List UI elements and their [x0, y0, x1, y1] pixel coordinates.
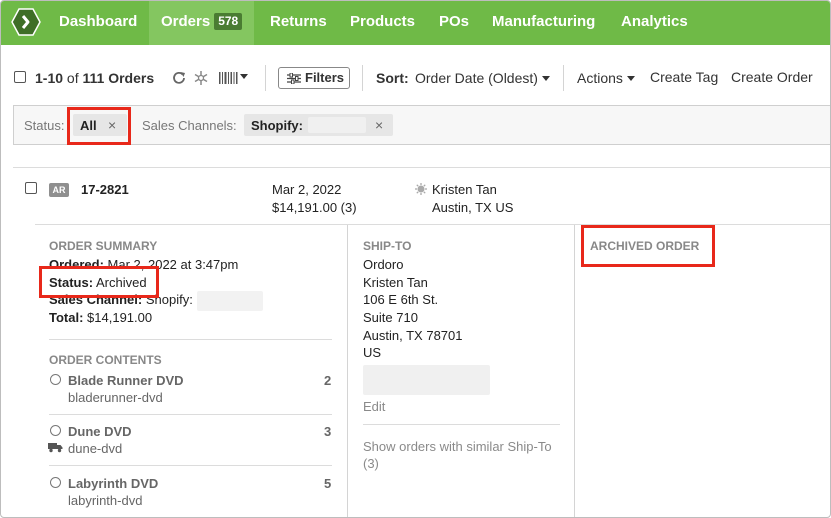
column-divider	[574, 225, 575, 517]
remove-sales-channel-filter-icon[interactable]: ×	[375, 117, 383, 133]
ship-to-divider	[363, 424, 560, 425]
nav-manufacturing[interactable]: Manufacturing	[492, 1, 595, 45]
redacted-channel-name	[197, 291, 263, 311]
filters-label: Filters	[305, 70, 345, 85]
line-item-sku: dune-dvd	[68, 441, 123, 456]
line-item-status-icon	[50, 374, 61, 385]
line-item-qty: 2	[324, 373, 332, 388]
order-count: 1-10 of 111 Orders	[35, 70, 155, 86]
ship-to-line: 106 E 6th St.	[363, 292, 439, 307]
sliders-icon	[287, 73, 301, 84]
archived-order-highlight	[581, 225, 715, 267]
create-tag-button[interactable]: Create Tag	[650, 69, 718, 85]
actions-label: Actions	[577, 70, 623, 86]
select-all-checkbox[interactable]	[14, 71, 26, 83]
order-row-checkbox[interactable]	[25, 182, 37, 194]
line-item-divider	[49, 414, 332, 415]
line-item-sku: bladerunner-dvd	[68, 390, 163, 405]
chevron-down-icon	[541, 76, 550, 81]
order-total-line: Total: $14,191.00	[49, 310, 153, 325]
app-window: Dashboard Orders 578 Returns Products POs…	[0, 0, 831, 518]
top-nav: Dashboard Orders 578 Returns Products POs…	[1, 1, 830, 45]
line-item-divider	[49, 465, 332, 466]
order-amount: $14,191.00 (3)	[272, 200, 357, 215]
summary-divider	[49, 339, 332, 340]
column-divider	[347, 225, 348, 517]
line-item-qty: 5	[324, 476, 332, 491]
ship-to-line: Suite 710	[363, 310, 418, 325]
customer-status-icon	[415, 183, 427, 195]
ordoro-logo-icon[interactable]	[11, 8, 41, 36]
orders-count-badge: 578	[214, 13, 243, 30]
sort-label: Sort:	[376, 70, 409, 86]
chevron-down-icon	[240, 74, 248, 79]
sales-channel-filter-chip[interactable]: Shopify: ×	[244, 114, 393, 136]
barcode-icon	[219, 72, 238, 84]
ship-to-heading: SHIP-TO	[363, 239, 412, 253]
order-summary-heading: ORDER SUMMARY	[49, 239, 158, 253]
order-date: Mar 2, 2022	[272, 182, 342, 197]
nav-dashboard[interactable]: Dashboard	[59, 1, 137, 45]
actions-dropdown[interactable]: Actions	[577, 70, 635, 86]
line-item-name[interactable]: Labyrinth DVD	[68, 476, 158, 491]
ship-to-line: Ordoro	[363, 257, 404, 272]
settings-asterisk-icon[interactable]	[193, 69, 209, 87]
truck-icon	[48, 443, 63, 453]
similar-ship-to-count[interactable]: (3)	[363, 456, 379, 471]
redacted-store-name	[308, 117, 366, 133]
nav-returns[interactable]: Returns	[270, 1, 327, 45]
ship-to-line: US	[363, 345, 382, 360]
archived-badge: AR	[49, 183, 69, 197]
nav-products[interactable]: Products	[350, 1, 415, 45]
sales-channels-filter-label: Sales Channels:	[142, 118, 237, 133]
nav-analytics[interactable]: Analytics	[621, 1, 688, 45]
sort-dropdown[interactable]: Order Date (Oldest)	[415, 70, 550, 86]
customer-name: Kristen Tan	[432, 182, 497, 197]
redacted-contact	[363, 365, 490, 395]
chevron-down-icon	[626, 76, 635, 81]
nav-pos[interactable]: POs	[439, 1, 469, 45]
customer-location: Austin, TX US	[432, 200, 514, 215]
line-item-name[interactable]: Blade Runner DVD	[68, 373, 184, 388]
line-item-status-icon	[50, 425, 61, 436]
create-order-button[interactable]: Create Order	[731, 69, 813, 85]
sales-channel-filter-value: Shopify:	[251, 118, 303, 133]
active-filters-bar	[13, 105, 830, 145]
ship-to-line: Austin, TX 78701	[363, 328, 463, 343]
toolbar-divider	[362, 65, 363, 91]
similar-ship-to-link[interactable]: Show orders with similar Ship-To	[363, 439, 552, 454]
line-item-status-icon	[50, 477, 61, 488]
filters-button[interactable]: Filters	[278, 67, 350, 89]
refresh-icon[interactable]	[171, 70, 187, 86]
status-filter-label: Status:	[24, 118, 65, 133]
row-divider	[13, 167, 830, 168]
toolbar-divider	[265, 65, 266, 91]
line-item-sku: labyrinth-dvd	[68, 493, 143, 508]
nav-orders-label: Orders	[161, 13, 211, 30]
nav-orders[interactable]: Orders 578	[149, 1, 255, 45]
line-item-name[interactable]: Dune DVD	[68, 424, 132, 439]
status-all-highlight	[67, 107, 131, 145]
order-contents-heading: ORDER CONTENTS	[49, 353, 162, 367]
barcode-scan-dropdown[interactable]	[218, 70, 248, 86]
order-number-link[interactable]: 17-2821	[81, 182, 129, 197]
line-item-qty: 3	[324, 424, 332, 439]
status-archived-highlight	[39, 266, 159, 298]
ship-to-line: Kristen Tan	[363, 275, 428, 290]
sort-value: Order Date (Oldest)	[415, 70, 538, 86]
edit-ship-to-link[interactable]: Edit	[363, 399, 385, 414]
toolbar-divider	[563, 65, 564, 91]
